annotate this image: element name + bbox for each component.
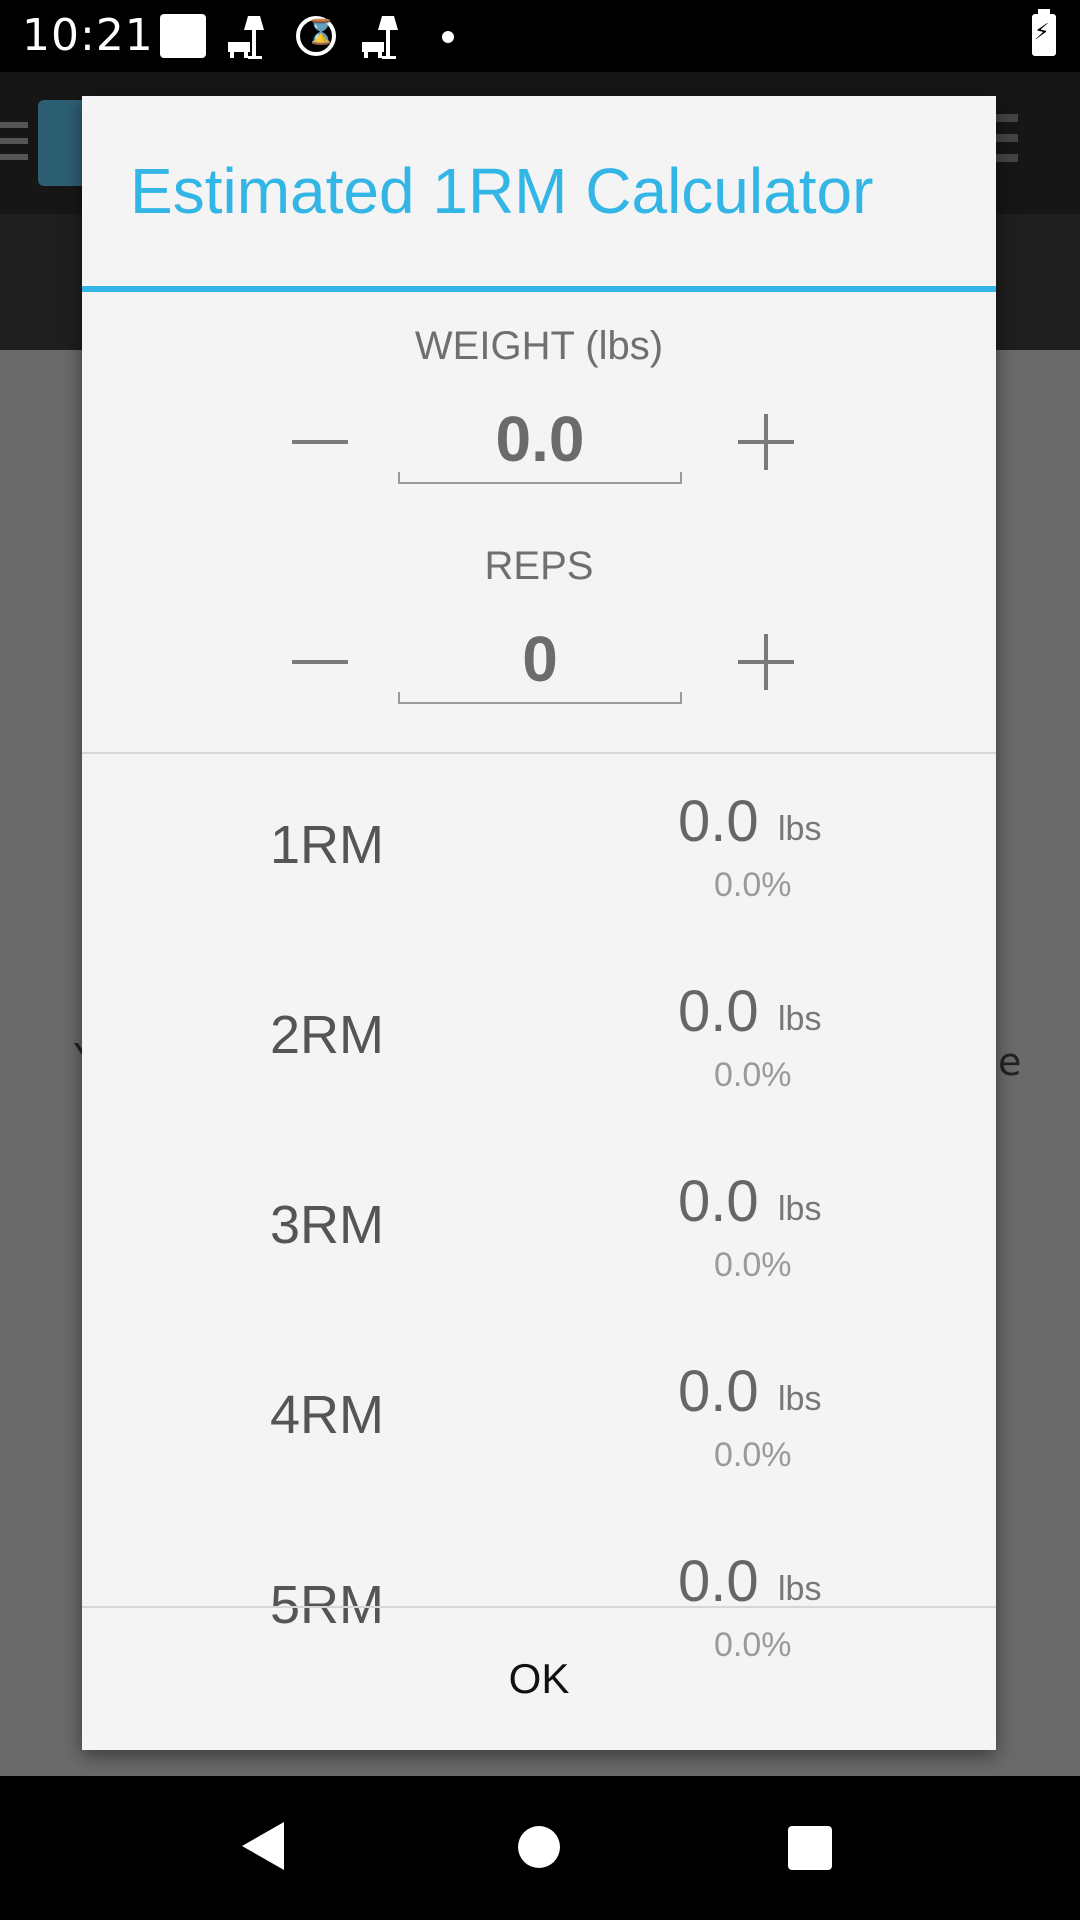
home-icon[interactable] [518,1826,560,1868]
background-text-right: e [998,1040,1022,1084]
status-bar: 10:21 [0,0,1080,72]
rm-value: 0.0 [678,789,759,854]
rm-results-list[interactable]: 1RM 0.0 lbs 0.0% 2RM 0.0 lbs 0.0% 3RM 0.… [82,754,996,1702]
recents-icon[interactable] [788,1826,832,1870]
reps-input[interactable]: 0 [398,622,682,704]
one-rm-calculator-dialog: Estimated 1RM Calculator WEIGHT (lbs) 0.… [82,96,996,1750]
overflow-icon [996,114,1018,174]
rm-unit: lbs [778,1380,822,1418]
square-notification-icon [160,14,206,58]
lamp-icon [226,14,272,60]
rm-row-4: 4RM 0.0 lbs 0.0% [82,1324,996,1514]
lamp-icon [360,14,406,60]
rm-row-2: 2RM 0.0 lbs 0.0% [82,944,996,1134]
reps-increment-button[interactable] [728,622,808,702]
weight-decrement-button[interactable] [282,402,362,482]
minus-icon [292,660,348,664]
rm-label: 3RM [270,1195,385,1255]
dialog-title: Estimated 1RM Calculator [130,155,874,227]
rm-value: 0.0 [678,1359,759,1424]
rm-value: 0.0 [678,1549,759,1614]
rm-label: 2RM [270,1005,385,1065]
dot-icon [442,31,454,43]
battery-charging-icon [1032,9,1056,56]
rm-unit: lbs [778,1570,822,1608]
rm-percent: 0.0% [714,1056,792,1094]
rm-value: 0.0 [678,1169,759,1234]
rm-unit: lbs [778,810,822,848]
title-divider [82,286,996,292]
rm-unit: lbs [778,1000,822,1038]
reps-decrement-button[interactable] [282,622,362,702]
rm-value: 0.0 [678,979,759,1044]
weight-label: WEIGHT (lbs) [414,324,664,368]
ok-button[interactable]: OK [82,1608,996,1750]
weight-increment-button[interactable] [728,402,808,482]
rm-label: 4RM [270,1385,385,1445]
rm-label: 1RM [270,815,385,875]
status-time: 10:21 [22,10,154,61]
menu-icon [0,122,28,162]
weight-input[interactable]: 0.0 [398,402,682,484]
rm-percent: 0.0% [714,866,792,904]
rm-row-1: 1RM 0.0 lbs 0.0% [82,754,996,944]
rm-percent: 0.0% [714,1246,792,1284]
rm-row-3: 3RM 0.0 lbs 0.0% [82,1134,996,1324]
timer-icon [296,16,336,56]
rm-unit: lbs [778,1190,822,1228]
rm-percent: 0.0% [714,1436,792,1474]
minus-icon [292,440,348,444]
reps-label: REPS [484,544,594,588]
back-icon[interactable] [242,1822,284,1870]
